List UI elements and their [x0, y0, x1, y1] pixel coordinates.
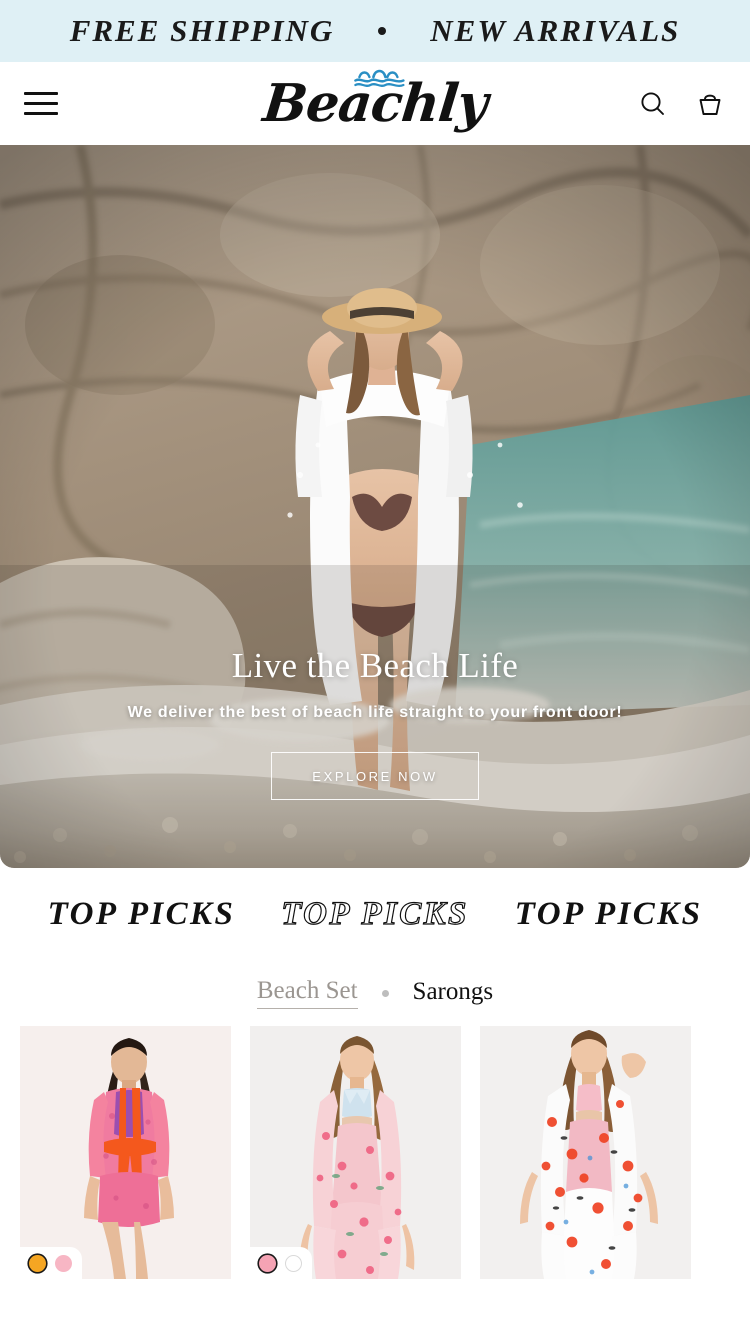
hero-subtitle: We deliver the best of beach life straig… — [127, 704, 623, 721]
product-image — [250, 1026, 461, 1279]
announcement-item-1: FREE SHIPPING — [69, 13, 335, 48]
marquee-item: TOP PICKS — [47, 895, 236, 932]
site-logo[interactable]: Beachly — [260, 69, 490, 134]
color-swatch-orange[interactable] — [29, 1255, 46, 1272]
hero-banner: Live the Beach Life We deliver the best … — [0, 145, 750, 868]
product-image — [20, 1026, 231, 1279]
top-picks-marquee: TOP PICKS TOP PICKS TOP PICKS — [0, 868, 750, 960]
marquee-item: TOP PICKS — [281, 895, 469, 932]
hamburger-bar — [24, 102, 58, 105]
category-tabs: Beach Set Sarongs — [0, 960, 750, 1026]
product-grid — [0, 1026, 750, 1279]
search-icon[interactable] — [638, 89, 668, 119]
tab-sarongs[interactable]: Sarongs — [413, 978, 494, 1009]
product-card[interactable] — [20, 1026, 231, 1279]
site-header: Beachly — [0, 62, 750, 145]
shopping-basket-icon[interactable] — [694, 88, 726, 120]
explore-now-button[interactable]: EXPLORE NOW — [271, 752, 479, 800]
bullet-dot-icon — [378, 27, 387, 35]
announcement-item-2: NEW ARRIVALS — [430, 13, 681, 48]
hero-title: Live the Beach Life — [231, 646, 519, 685]
hamburger-bar — [24, 112, 58, 115]
marquee-item: TOP PICKS — [514, 895, 703, 932]
product-image — [480, 1026, 691, 1279]
hamburger-menu-icon[interactable] — [24, 89, 64, 119]
color-swatches — [20, 1247, 82, 1279]
product-card[interactable] — [250, 1026, 461, 1279]
hero-content: Live the Beach Life We deliver the best … — [0, 646, 750, 800]
color-swatches — [250, 1247, 312, 1279]
header-actions — [638, 88, 726, 120]
color-swatch-white[interactable] — [285, 1255, 302, 1272]
color-swatch-pink[interactable] — [259, 1255, 276, 1272]
product-card[interactable] — [480, 1026, 691, 1279]
color-swatch-pink[interactable] — [55, 1255, 72, 1272]
dot-separator-icon — [381, 989, 389, 997]
logo-wordmark: Beachly — [260, 72, 490, 134]
hamburger-bar — [24, 92, 58, 95]
tab-beach-set[interactable]: Beach Set — [256, 977, 358, 1009]
announcement-bar: FREE SHIPPING NEW ARRIVALS — [0, 0, 750, 62]
